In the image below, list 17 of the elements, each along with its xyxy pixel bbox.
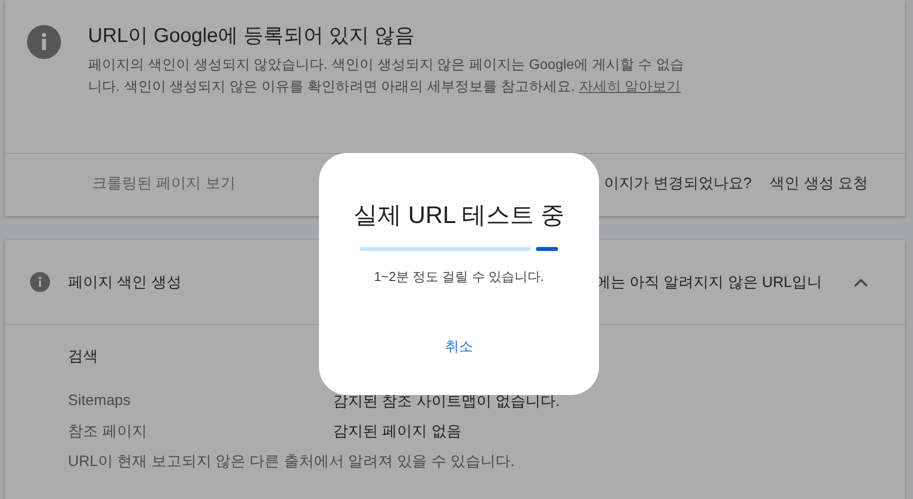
section-heading: 검색 <box>68 347 99 366</box>
note-text: URL이 현재 보고되지 않은 다른 출처에서 알려져 있을 수 있습니다. <box>68 452 516 471</box>
question-text: 이지가 변경되었나요? <box>604 174 752 193</box>
row-label: 참조 페이지 <box>68 422 148 441</box>
dialog-title: 실제 URL 테스트 중 <box>353 201 565 231</box>
action-button[interactable]: 색인 생성 요청 <box>766 170 872 197</box>
status-title: URL이 Google에 등록되어 있지 않음 <box>88 24 416 49</box>
section-title: 페이지 색인 생성 <box>68 272 182 292</box>
cancel-button[interactable]: 취소 <box>433 332 485 362</box>
status-description: 페이지의 색인이 생성되지 않았습니다. 색인이 생성되지 않은 페이지는 Google에 게시할 수 없습니다. 색인이 생성되지 않은 이유를 확인하려면 아래의 세부정보를 참고하세요. 자세히 알아보기 <box>88 55 685 96</box>
row-value: 감지된 참조 사이트맵이 없습니다. <box>333 392 560 411</box>
dialog-message: 1~2분 정도 걸릴 수 있습니다. <box>374 268 544 286</box>
row-value: 감지된 페이지 없음 <box>333 422 462 441</box>
info-icon <box>30 272 50 292</box>
info-icon <box>27 25 61 59</box>
learn-more-link[interactable]: 자세히 알아보기 <box>578 78 681 94</box>
row-label: Sitemaps <box>68 392 132 411</box>
